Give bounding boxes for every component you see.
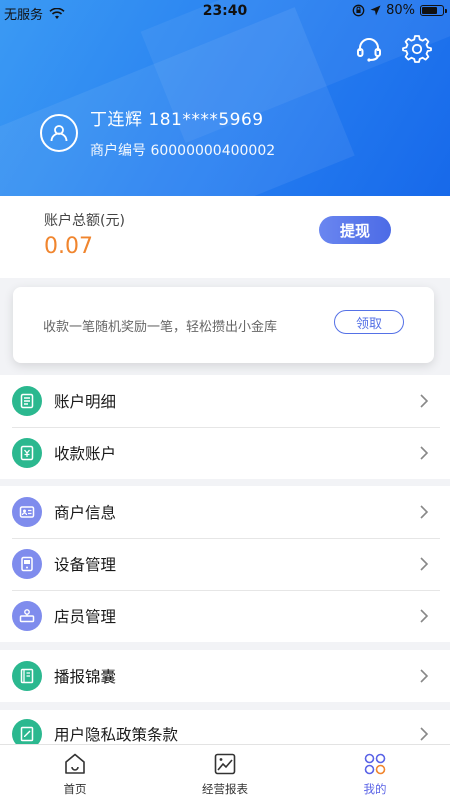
receipt-icon bbox=[12, 438, 42, 468]
tab-mine[interactable]: 我的 bbox=[300, 745, 450, 800]
policy-icon bbox=[12, 719, 42, 744]
chevron-right-icon bbox=[420, 505, 429, 519]
menu-item-clerk-management[interactable]: 店员管理 bbox=[0, 590, 450, 642]
user-name: 丁连辉 181****5969 bbox=[90, 110, 264, 130]
menu-item-label: 用户隐私政策条款 bbox=[54, 726, 179, 744]
menu-item-merchant-info[interactable]: 商户信息 bbox=[0, 486, 450, 538]
headset-icon[interactable] bbox=[354, 34, 384, 64]
menu-group-policy: 用户隐私政策条款 bbox=[0, 710, 450, 744]
menu-group-broadcast: 播报锦囊 bbox=[0, 650, 450, 702]
menu-item-account-details[interactable]: 账户明细 bbox=[0, 375, 450, 427]
chevron-right-icon bbox=[420, 727, 429, 741]
menu-item-label: 设备管理 bbox=[54, 556, 117, 574]
profile-header: 无服务 23:40 80% 丁连辉 181****5969 商户编号 60000… bbox=[0, 0, 450, 196]
chevron-right-icon bbox=[420, 557, 429, 571]
menu-item-label: 商户信息 bbox=[54, 504, 117, 522]
promo-banner[interactable]: 收款一笔随机奖励一笔，轻松攒出小金库 领取 bbox=[13, 287, 434, 363]
home-icon bbox=[65, 753, 85, 774]
tab-label: 我的 bbox=[363, 782, 387, 796]
menu-group-merchant: 商户信息 设备管理 店员管理 bbox=[0, 486, 450, 642]
report-icon bbox=[214, 753, 236, 775]
menu-item-broadcast-tips[interactable]: 播报锦囊 bbox=[0, 650, 450, 702]
battery-icon bbox=[420, 5, 447, 16]
menu-item-label: 收款账户 bbox=[54, 445, 117, 463]
clerk-icon bbox=[12, 601, 42, 631]
menu-item-label: 播报锦囊 bbox=[54, 668, 117, 686]
gear-icon[interactable] bbox=[402, 34, 432, 64]
status-bar: 无服务 23:40 80% bbox=[0, 0, 450, 24]
tab-home[interactable]: 首页 bbox=[0, 745, 150, 800]
rotation-lock-icon bbox=[352, 4, 365, 17]
tab-label: 首页 bbox=[63, 782, 87, 796]
tab-label: 经营报表 bbox=[202, 782, 248, 796]
id-card-icon bbox=[12, 497, 42, 527]
withdraw-button[interactable]: 提现 bbox=[319, 216, 391, 244]
menu-item-privacy-policy[interactable]: 用户隐私政策条款 bbox=[0, 710, 450, 744]
document-icon bbox=[12, 386, 42, 416]
claim-button[interactable]: 领取 bbox=[334, 310, 404, 334]
chevron-right-icon bbox=[420, 446, 429, 460]
chevron-right-icon bbox=[420, 669, 429, 683]
book-icon bbox=[12, 661, 42, 691]
user-icon bbox=[50, 124, 68, 141]
chevron-right-icon bbox=[420, 394, 429, 408]
balance-card: 账户总额(元) 0.07 提现 bbox=[0, 196, 450, 278]
menu-item-label: 店员管理 bbox=[54, 608, 117, 626]
device-icon bbox=[12, 549, 42, 579]
battery-percent: 80% bbox=[386, 3, 415, 18]
tab-reports[interactable]: 经营报表 bbox=[150, 745, 300, 800]
promo-text: 收款一笔随机奖励一笔，轻松攒出小金库 bbox=[43, 320, 278, 335]
balance-amount: 0.07 bbox=[44, 234, 93, 259]
menu-group-account: 账户明细 收款账户 bbox=[0, 375, 450, 479]
apps-icon bbox=[364, 753, 386, 775]
chevron-right-icon bbox=[420, 609, 429, 623]
user-info[interactable]: 丁连辉 181****5969 商户编号 60000000400002 bbox=[40, 105, 275, 160]
merchant-number: 商户编号 60000000400002 bbox=[90, 143, 276, 159]
menu-item-device-management[interactable]: 设备管理 bbox=[0, 538, 450, 590]
tab-bar: 首页 经营报表 我的 bbox=[0, 744, 450, 800]
location-icon bbox=[370, 5, 381, 16]
avatar[interactable] bbox=[40, 113, 78, 152]
balance-label: 账户总额(元) bbox=[44, 213, 125, 229]
menu-item-receiving-account[interactable]: 收款账户 bbox=[0, 427, 450, 479]
menu-item-label: 账户明细 bbox=[54, 393, 117, 411]
